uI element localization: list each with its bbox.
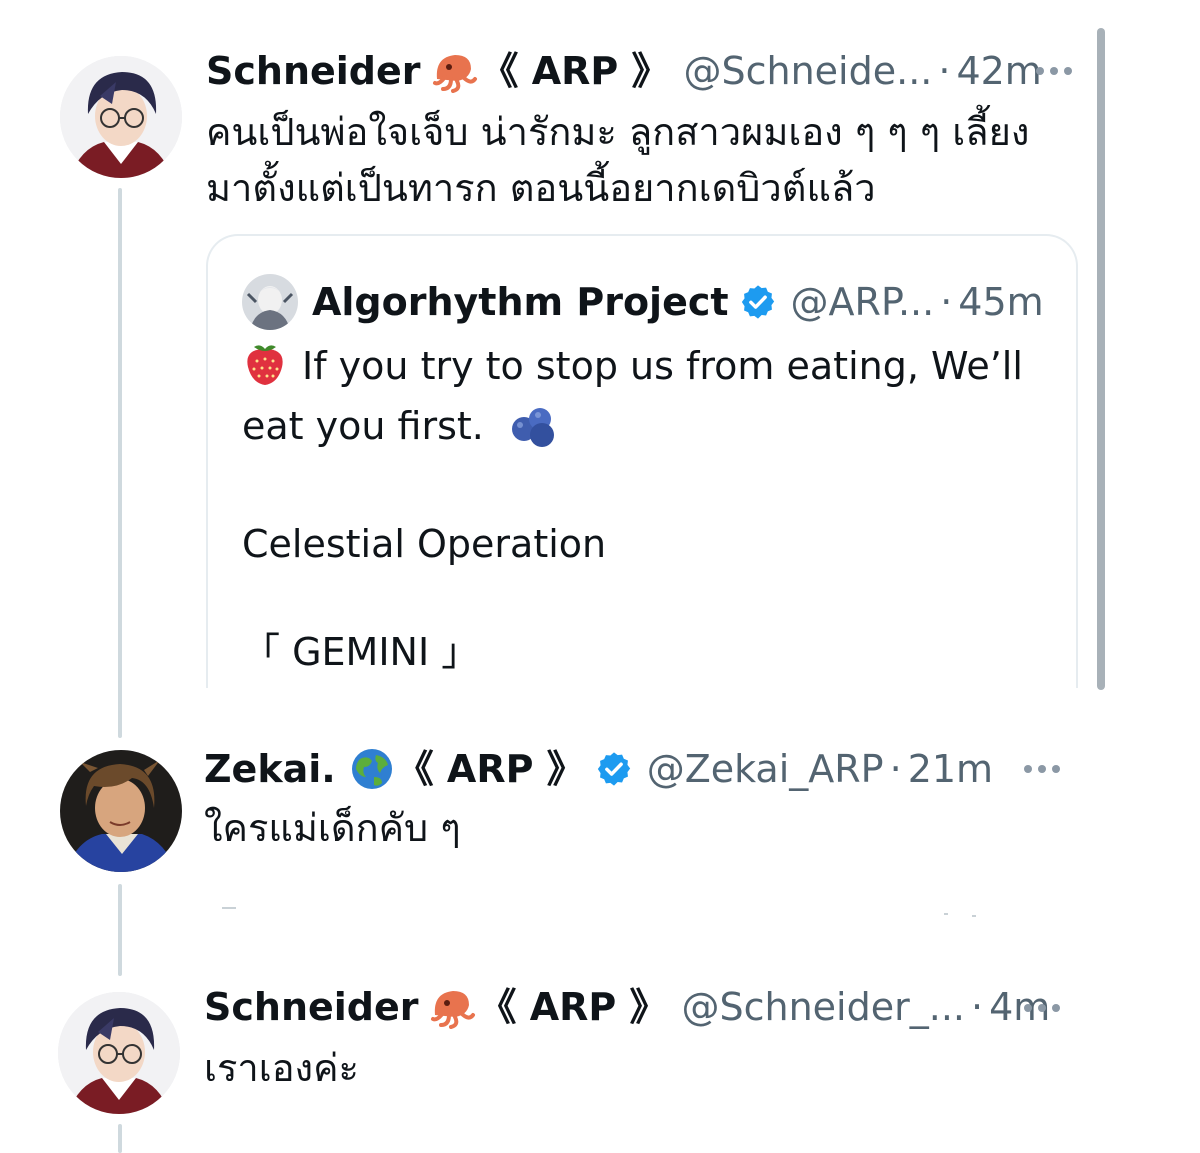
more-options-icon[interactable] xyxy=(1036,61,1072,81)
divider-fragment xyxy=(972,915,976,917)
user-handle[interactable]: @Schneider_... xyxy=(682,982,965,1032)
divider-fragment xyxy=(222,907,236,909)
avatar[interactable] xyxy=(60,750,182,872)
group-tag: 《 ARP 》 xyxy=(478,985,668,1029)
quoted-text-line: eat you first. xyxy=(242,404,484,448)
avatar-image xyxy=(60,56,182,178)
quoted-text-line: If you try to stop us from eating, We’ll xyxy=(302,344,1023,388)
quoted-user-handle[interactable]: @ARP... xyxy=(791,280,935,324)
thread-line xyxy=(118,188,122,738)
strawberry-icon xyxy=(242,339,288,402)
user-handle[interactable]: @Zekai_ARP xyxy=(647,744,884,794)
group-tag: 《 ARP 》 xyxy=(395,747,585,791)
blueberries-icon xyxy=(508,405,558,464)
display-name[interactable]: Zekai. xyxy=(204,744,336,794)
quoted-timestamp[interactable]: 45m xyxy=(958,280,1043,324)
more-options-icon[interactable] xyxy=(1024,998,1060,1018)
timestamp[interactable]: 42m xyxy=(956,46,1041,96)
quoted-text-line: Celestial Operation xyxy=(242,522,607,566)
divider-fragment xyxy=(944,913,948,915)
timestamp[interactable]: 21m xyxy=(908,744,993,794)
quoted-tweet-text: If you try to stop us from eating, We’ll… xyxy=(242,338,1052,680)
avatar-image xyxy=(60,750,182,872)
squid-icon xyxy=(431,49,479,93)
squid-icon xyxy=(429,985,477,1029)
display-name[interactable]: Schneider xyxy=(206,46,421,96)
tweet-text: ใครแม่เด็กคับ ๆ xyxy=(204,806,461,850)
more-options-icon[interactable] xyxy=(1024,759,1060,779)
quoted-text-line: 「 GEMINI 」 xyxy=(242,630,480,674)
tweet-text: คนเป็นพ่อใจเจ็บ น่ารักมะ ลูกสาวผมเอง ๆ ๆ… xyxy=(206,110,1030,210)
verified-badge-icon xyxy=(739,283,777,321)
scrollbar[interactable] xyxy=(1097,28,1105,690)
quoted-tweet[interactable]: Algorhythm Project @ARP... · 45m If you … xyxy=(206,234,1078,688)
thread-line xyxy=(118,1124,122,1153)
group-tag: 《 ARP 》 xyxy=(480,49,670,93)
avatar-image xyxy=(58,992,180,1114)
quoted-display-name[interactable]: Algorhythm Project xyxy=(312,280,729,324)
thread-line xyxy=(118,884,122,976)
separator-dot: · xyxy=(889,747,902,791)
display-name[interactable]: Schneider xyxy=(204,982,419,1032)
avatar[interactable] xyxy=(58,992,180,1114)
globe-icon xyxy=(350,747,394,791)
tweet-text: เราเองค่ะ xyxy=(204,1046,359,1090)
avatar[interactable] xyxy=(60,56,182,178)
user-handle[interactable]: @Schneide... xyxy=(684,46,933,96)
separator-dot: · xyxy=(940,280,953,324)
verified-badge-icon xyxy=(595,750,633,788)
separator-dot: · xyxy=(938,49,951,93)
separator-dot: · xyxy=(970,985,984,1029)
quoted-avatar xyxy=(242,274,298,330)
